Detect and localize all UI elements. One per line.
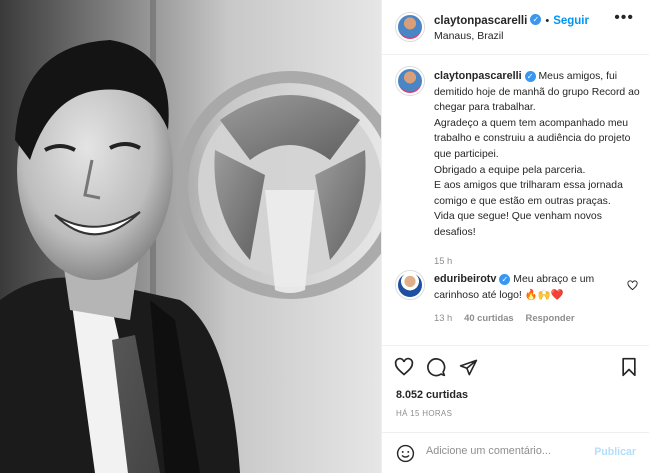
like-heart-icon[interactable] — [393, 356, 415, 378]
comment-meta: 13 h 40 curtidas Responder — [434, 310, 624, 327]
caption-time[interactable]: 15 h — [434, 253, 644, 269]
follow-button[interactable]: Seguir — [553, 15, 589, 27]
post-timestamp[interactable]: HÁ 15 HORAS — [396, 409, 452, 418]
more-options-icon[interactable]: ••• — [614, 9, 634, 27]
verified-badge-icon: ✓ — [530, 14, 542, 26]
comment-like-icon[interactable] — [627, 278, 638, 296]
emoji-smiley-icon[interactable] — [396, 444, 415, 468]
post-header: claytonpascarelli ✓ • Seguir Manaus, Brazil… — [382, 0, 649, 55]
caption-text-3: Obrigado a equipe pela parceria. — [434, 164, 586, 176]
post-image-illustration — [0, 0, 381, 473]
comment-input[interactable] — [426, 445, 586, 457]
commenter-avatar[interactable] — [396, 271, 424, 299]
reply-button[interactable]: Responder — [526, 312, 575, 323]
caption-username[interactable]: claytonpascarelli — [434, 70, 522, 82]
post-side-panel: claytonpascarelli ✓ • Seguir Manaus, Brazil… — [381, 0, 649, 473]
comment-likes[interactable]: 40 curtidas — [464, 312, 514, 323]
caption-text-4: E aos amigos que trilharam essa jornada … — [434, 180, 623, 207]
publish-button[interactable]: Publicar — [594, 446, 636, 458]
comment-composer: Publicar — [382, 432, 649, 473]
caption-text-5: Vida que segue! Que venham novos desafio… — [434, 211, 602, 238]
likes-count[interactable]: 8.052 curtidas — [396, 389, 468, 401]
commenter-username[interactable]: eduribeirotv — [434, 273, 496, 285]
comment-emoji: 🔥🙌❤️ — [524, 289, 564, 301]
author-avatar[interactable] — [396, 13, 424, 41]
share-paper-plane-icon[interactable] — [457, 356, 479, 378]
caption-text-2: Agradeço a quem tem acompanhado meu trab… — [434, 117, 631, 160]
action-bar — [382, 345, 649, 385]
post-photo[interactable] — [0, 0, 381, 473]
verified-badge-icon: ✓ — [499, 273, 511, 285]
caption-avatar[interactable] — [396, 67, 424, 95]
author-username[interactable]: claytonpascarelli — [434, 15, 527, 27]
comment-time[interactable]: 13 h — [434, 312, 452, 323]
separator-dot: • — [545, 15, 550, 27]
post-caption: claytonpascarelli ✓ Meus amigos, fui demi… — [434, 69, 644, 268]
post-location[interactable]: Manaus, Brazil — [434, 30, 503, 42]
save-bookmark-icon[interactable] — [618, 356, 640, 378]
author-line: claytonpascarelli ✓ • Seguir — [434, 11, 589, 29]
verified-badge-icon: ✓ — [524, 70, 536, 82]
comment-bubble-icon[interactable] — [425, 356, 447, 378]
comment-item: eduribeirotv ✓ Meu abraço e um carinhoso … — [434, 272, 624, 327]
